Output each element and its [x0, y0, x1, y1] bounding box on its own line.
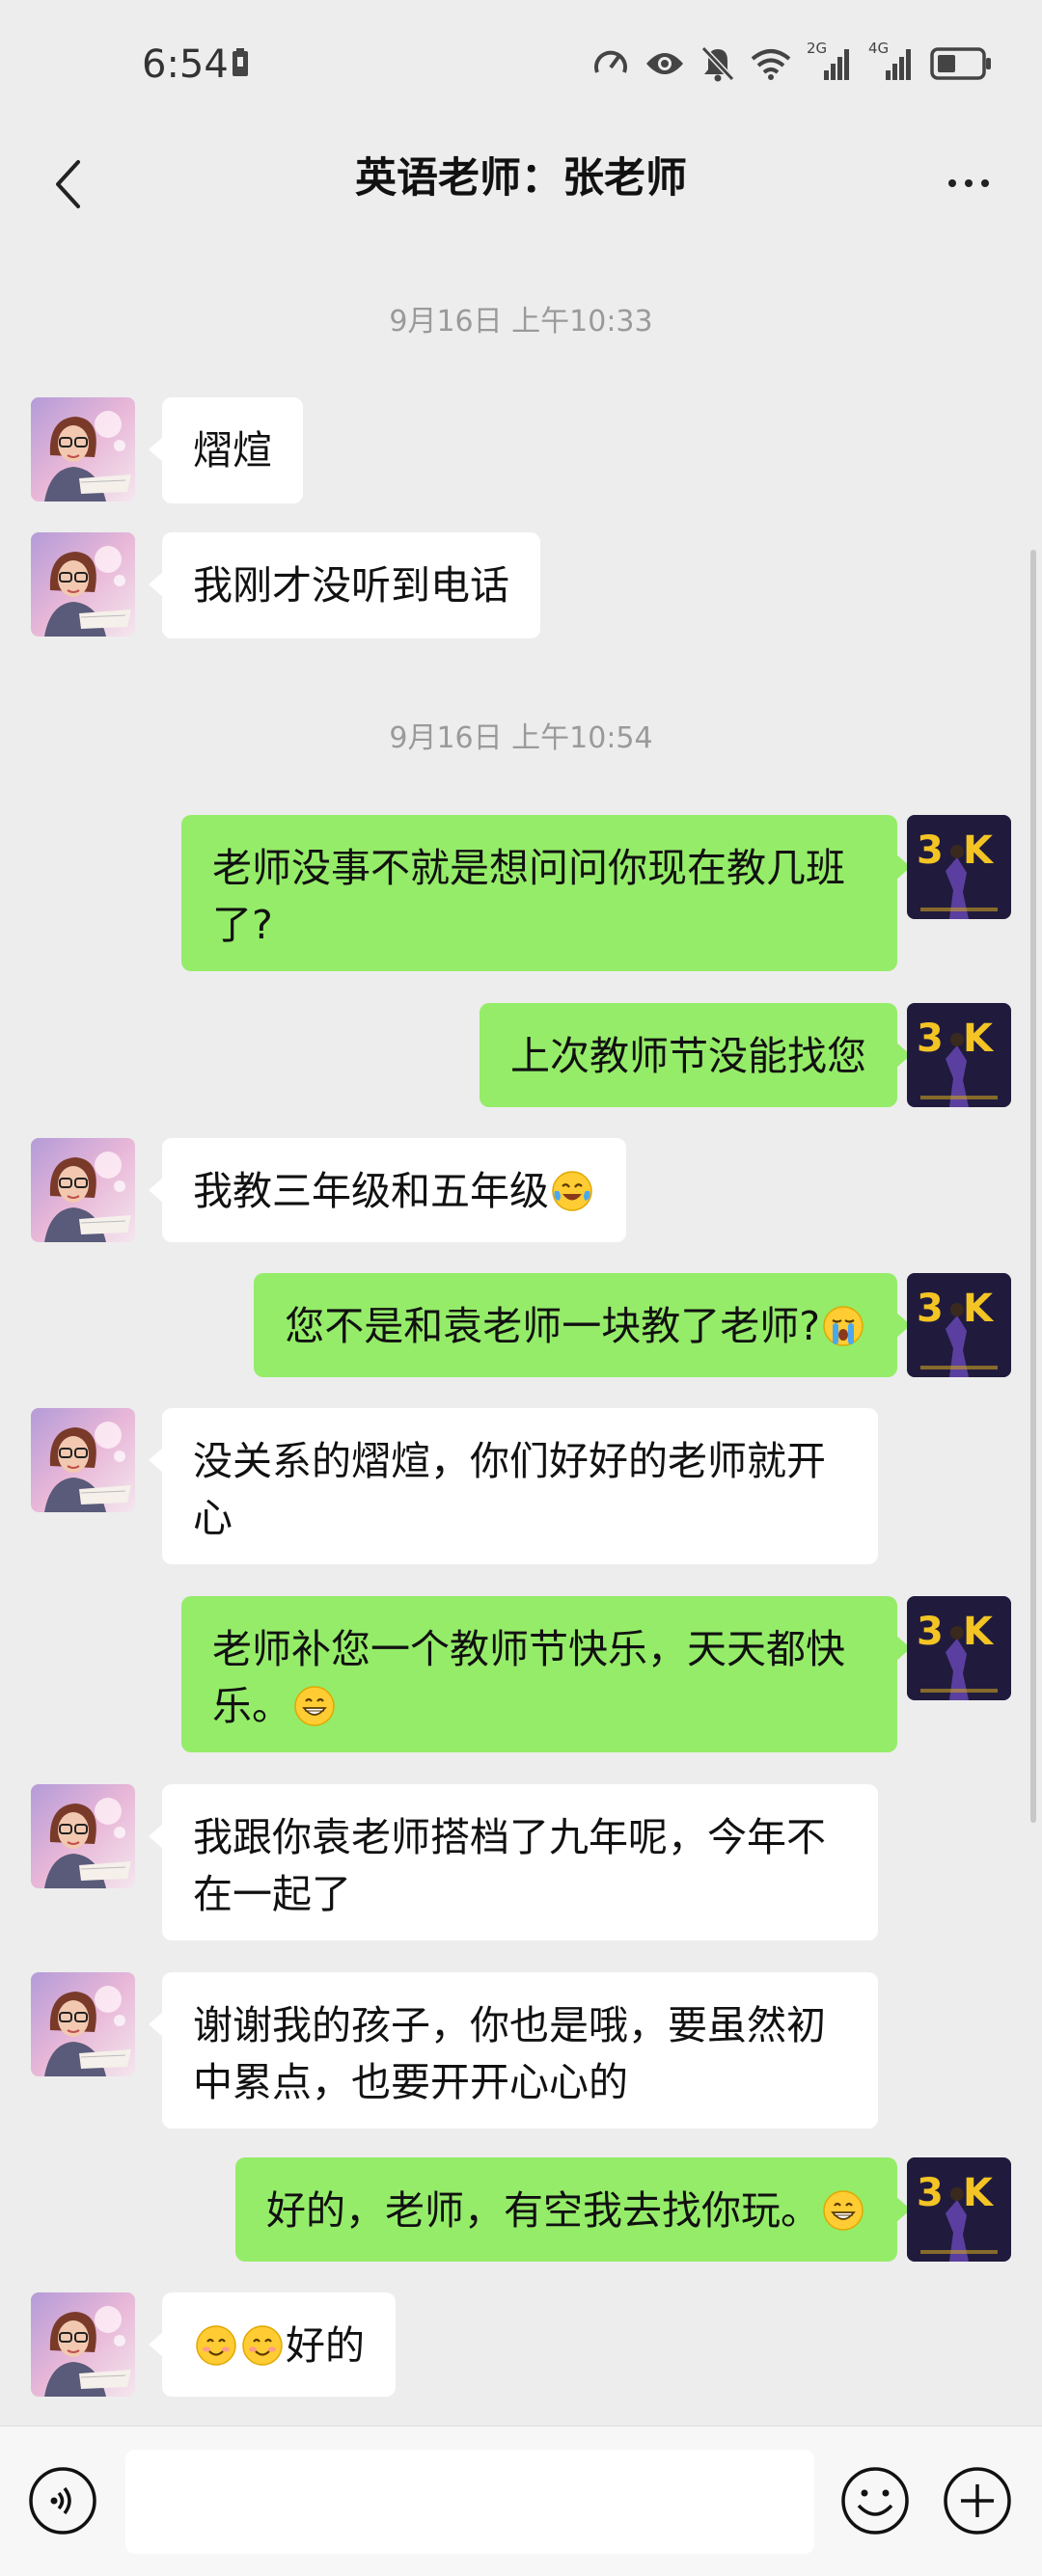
eye-icon — [646, 53, 683, 74]
wifi-icon — [751, 49, 791, 80]
chat-title: 英语老师：张老师 — [355, 154, 687, 203]
message-text: 好的 — [286, 2322, 365, 2369]
signal-bars-icon — [824, 49, 849, 80]
message-bubble-incoming[interactable]: 熠煊 — [149, 397, 303, 503]
message-bubble-incoming[interactable]: 我教三年级和五年级 — [149, 1138, 626, 1242]
timestamp: 9月16日 上午10:33 — [389, 305, 653, 339]
speedometer-icon — [594, 50, 627, 73]
message-text: 您不是和袁老师一块教了老师? — [285, 1303, 820, 1349]
status-bar: 6:54 2G 4G — [0, 0, 1042, 125]
voice-icon[interactable] — [27, 2465, 98, 2536]
message-text: 谢谢我的孩子，你也是哦，要虽然初中累点，也要开开心心的 — [193, 2002, 826, 2105]
signal-2g: 2G — [807, 40, 853, 82]
message-input[interactable] — [125, 2450, 814, 2554]
tears-of-joy-emoji-icon — [551, 1170, 593, 1212]
message-text: 老师没事不就是想问问你现在教几班了? — [212, 845, 845, 948]
more-dots-icon — [948, 179, 956, 187]
message-bubble-outgoing[interactable]: 老师没事不就是想问问你现在教几班了? — [181, 815, 911, 971]
more-button[interactable] — [930, 145, 1007, 222]
teacher-avatar[interactable] — [31, 397, 135, 502]
teacher-avatar[interactable] — [31, 1784, 135, 1888]
battery-saver-icon — [233, 48, 248, 76]
message-text: 我刚才没听到电话 — [193, 562, 509, 609]
message-bubble-incoming[interactable]: 没关系的熠煊，你们好好的老师就开心 — [149, 1408, 878, 1564]
message-bubble-incoming[interactable]: 我跟你袁老师搭档了九年呢，今年不在一起了 — [149, 1784, 878, 1940]
timestamp: 9月16日 上午10:54 — [389, 721, 653, 755]
teacher-avatar[interactable] — [31, 1138, 135, 1242]
grin-emoji-icon — [293, 1685, 336, 1727]
teacher-avatar[interactable] — [31, 1408, 135, 1512]
message-bubble-outgoing[interactable]: 上次教师节没能找您 — [480, 1003, 911, 1107]
status-icons: 2G 4G — [592, 40, 992, 83]
message-bubble-outgoing[interactable]: 好的，老师，有空我去找你玩。 — [235, 2157, 911, 2262]
signal-4g: 4G — [868, 40, 915, 82]
smile-emoji-icon — [195, 2324, 237, 2367]
my-avatar[interactable] — [907, 1003, 1011, 1107]
message-bubble-outgoing[interactable]: 您不是和袁老师一块教了老师? — [254, 1273, 911, 1377]
my-avatar[interactable] — [907, 2157, 1011, 2262]
smile-emoji-icon — [241, 2324, 284, 2367]
message-bubble-incoming[interactable]: 谢谢我的孩子，你也是哦，要虽然初中累点，也要开开心心的 — [149, 1972, 878, 2129]
message-text: 没关系的熠煊，你们好好的老师就开心 — [193, 1438, 826, 1541]
message-text: 好的，老师，有空我去找你玩。 — [266, 2187, 820, 2234]
status-time: 6:54 — [142, 42, 229, 87]
message-bubble-incoming[interactable]: 我刚才没听到电话 — [149, 532, 540, 638]
plus-icon[interactable] — [942, 2465, 1013, 2536]
battery-icon — [930, 47, 991, 80]
signal-bars-icon — [886, 49, 911, 80]
message-text: 熠煊 — [193, 427, 272, 474]
grin-emoji-icon — [822, 2189, 864, 2232]
teacher-avatar[interactable] — [31, 2292, 135, 2397]
my-avatar[interactable] — [907, 1596, 1011, 1700]
teacher-avatar[interactable] — [31, 532, 135, 637]
message-text: 我跟你袁老师搭档了九年呢，今年不在一起了 — [193, 1814, 826, 1917]
chat-header: 英语老师：张老师 — [0, 125, 1042, 241]
message-bubble-outgoing[interactable]: 老师补您一个教师节快乐，天天都快乐。 — [181, 1596, 911, 1752]
my-avatar[interactable] — [907, 1273, 1011, 1377]
mute-bell-icon — [700, 45, 735, 82]
input-bar — [0, 2426, 1042, 2576]
message-text: 上次教师节没能找您 — [510, 1033, 866, 1079]
my-avatar[interactable] — [907, 815, 1011, 919]
teacher-avatar[interactable] — [31, 1972, 135, 2076]
emoji-icon[interactable] — [839, 2465, 911, 2536]
crying-emoji-icon — [822, 1305, 864, 1347]
message-bubble-incoming[interactable]: 好的 — [149, 2292, 396, 2397]
message-text: 我教三年级和五年级 — [193, 1168, 549, 1214]
